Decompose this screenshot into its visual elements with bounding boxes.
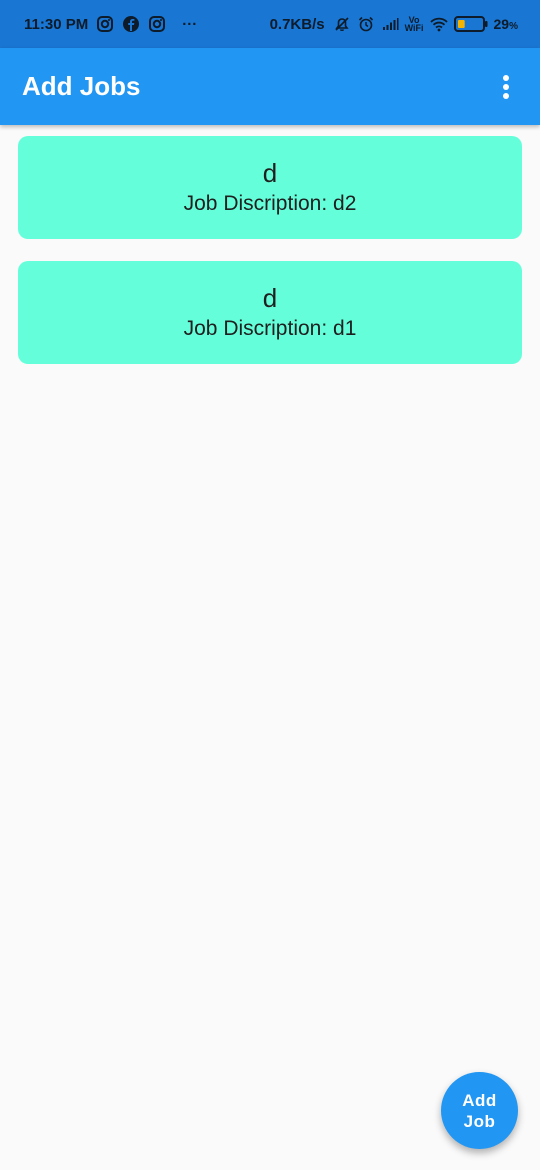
status-left: 11:30 PM ··· bbox=[24, 15, 197, 33]
job-list: d Job Discription: d2 d Job Discription:… bbox=[18, 136, 522, 386]
instagram-icon bbox=[96, 15, 114, 33]
job-description: Job Discription: d1 bbox=[183, 316, 357, 340]
status-right: 0.7KB/s Vo WiFi 29% bbox=[270, 15, 518, 33]
battery-percent-value: 29 bbox=[493, 16, 510, 32]
overflow-menu-button[interactable] bbox=[494, 67, 518, 107]
add-job-label: Add Job bbox=[462, 1090, 497, 1131]
alarm-icon bbox=[357, 15, 375, 33]
battery-fill bbox=[457, 20, 465, 28]
status-bar: 11:30 PM ··· 0.7KB/s Vo WiFi 29% bbox=[0, 0, 540, 48]
signal-icon bbox=[381, 15, 399, 33]
battery-icon bbox=[453, 15, 488, 33]
wifi-icon bbox=[429, 15, 448, 33]
more-notifications-icon: ··· bbox=[182, 15, 198, 33]
battery-percent-unit: % bbox=[509, 21, 518, 32]
instagram-icon-2 bbox=[148, 15, 166, 33]
silent-bell-icon bbox=[333, 15, 351, 33]
add-job-button[interactable]: Add Job bbox=[441, 1072, 518, 1149]
job-card[interactable]: d Job Discription: d1 bbox=[18, 261, 522, 364]
battery-percent: 29% bbox=[494, 16, 518, 32]
more-vert-icon bbox=[503, 74, 509, 99]
vowifi-indicator: Vo WiFi bbox=[404, 16, 424, 33]
job-title: d bbox=[262, 157, 278, 188]
status-time: 11:30 PM bbox=[24, 15, 89, 33]
facebook-icon bbox=[122, 15, 140, 33]
job-description: Job Discription: d2 bbox=[183, 191, 357, 215]
app-bar: Add Jobs bbox=[0, 48, 540, 125]
network-speed: 0.7KB/s bbox=[269, 15, 325, 33]
job-card[interactable]: d Job Discription: d2 bbox=[18, 136, 522, 239]
vowifi-bottom-label: WiFi bbox=[404, 23, 424, 33]
page-title: Add Jobs bbox=[22, 71, 141, 101]
job-title: d bbox=[262, 282, 278, 313]
